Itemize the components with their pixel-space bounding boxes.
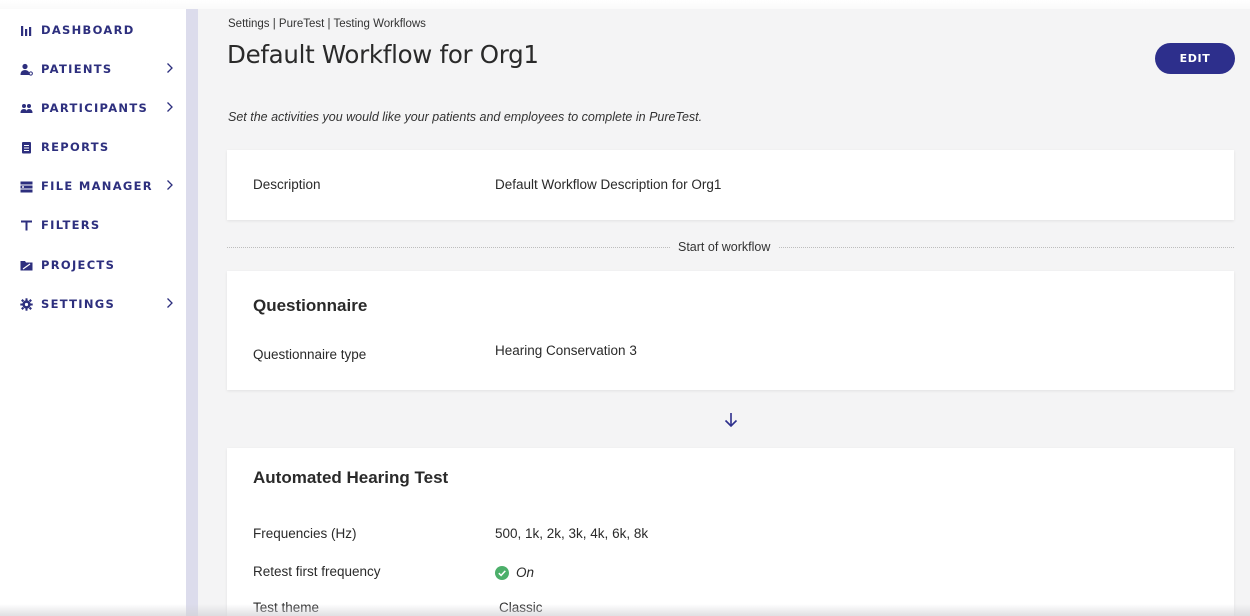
sidebar-item-projects[interactable]: PROJECTS [19,255,184,275]
questionnaire-card: Questionnaire Questionnaire type Hearing… [227,271,1234,390]
breadcrumb: Settings | PureTest | Testing Workflows [228,18,426,30]
patient-icon [19,62,33,76]
sidebar-item-file-manager[interactable]: FILE MANAGER [19,176,184,196]
sidebar-item-label: REPORTS [41,140,110,154]
retest-status: On [495,565,534,580]
workflow-start-label: Start of workflow [670,240,779,254]
main-content: Settings | PureTest | Testing Workflows … [198,0,1250,616]
gear-icon [19,297,33,311]
questionnaire-heading: Questionnaire [253,296,368,315]
sidebar-item-label: PROJECTS [41,258,116,272]
hearing-test-card: Automated Hearing Test Frequencies (Hz) … [227,448,1234,616]
sidebar-item-label: SETTINGS [41,297,116,311]
description-value: Default Workflow Description for Org1 [495,177,722,192]
clipboard-icon [19,140,33,154]
people-icon [19,101,33,115]
sidebar-item-label: PARTICIPANTS [41,101,149,115]
sidebar-item-settings[interactable]: SETTINGS [19,294,184,314]
filter-icon [19,218,33,232]
sidebar-item-label: DASHBOARD [41,23,135,37]
sidebar-item-label: FILE MANAGER [41,179,153,193]
sidebar-item-label: PATIENTS [41,62,113,76]
check-circle-icon [495,565,509,580]
frequencies-value: 500, 1k, 2k, 3k, 4k, 6k, 8k [495,526,649,541]
bar-chart-icon [19,23,33,37]
frequencies-label: Frequencies (Hz) [253,526,357,541]
description-label: Description [253,177,321,192]
sidebar: DASHBOARD PATIENTS PARTICIPANTS REPORTS … [0,0,186,616]
questionnaire-type-label: Questionnaire type [253,347,367,362]
chevron-right-icon [166,101,176,115]
top-edge [0,0,1250,9]
test-theme-value: Classic [499,600,543,615]
chevron-right-icon [166,62,176,76]
retest-status-text: On [516,565,535,580]
sidebar-scrollbar[interactable] [186,0,198,616]
folder-icon [19,258,33,272]
description-card: Description Default Workflow Description… [227,150,1234,220]
sidebar-item-dashboard[interactable]: DASHBOARD [19,20,184,40]
page-title: Default Workflow for Org1 [227,40,539,69]
sidebar-item-participants[interactable]: PARTICIPANTS [19,98,184,118]
intro-text: Set the activities you would like your p… [228,110,703,124]
sidebar-item-label: FILTERS [41,218,101,232]
sidebar-item-patients[interactable]: PATIENTS [19,59,184,79]
test-theme-label: Test theme [253,600,320,615]
chevron-right-icon [166,179,176,193]
sidebar-item-filters[interactable]: FILTERS [19,215,184,235]
edit-button[interactable]: EDIT [1155,43,1235,74]
sidebar-item-reports[interactable]: REPORTS [19,137,184,157]
file-manager-icon [19,179,33,193]
chevron-right-icon [166,297,176,311]
arrow-down-icon [723,410,739,430]
hearing-test-heading: Automated Hearing Test [253,468,449,487]
questionnaire-type-value: Hearing Conservation 3 [495,343,637,358]
retest-first-frequency-label: Retest first frequency [253,564,381,579]
